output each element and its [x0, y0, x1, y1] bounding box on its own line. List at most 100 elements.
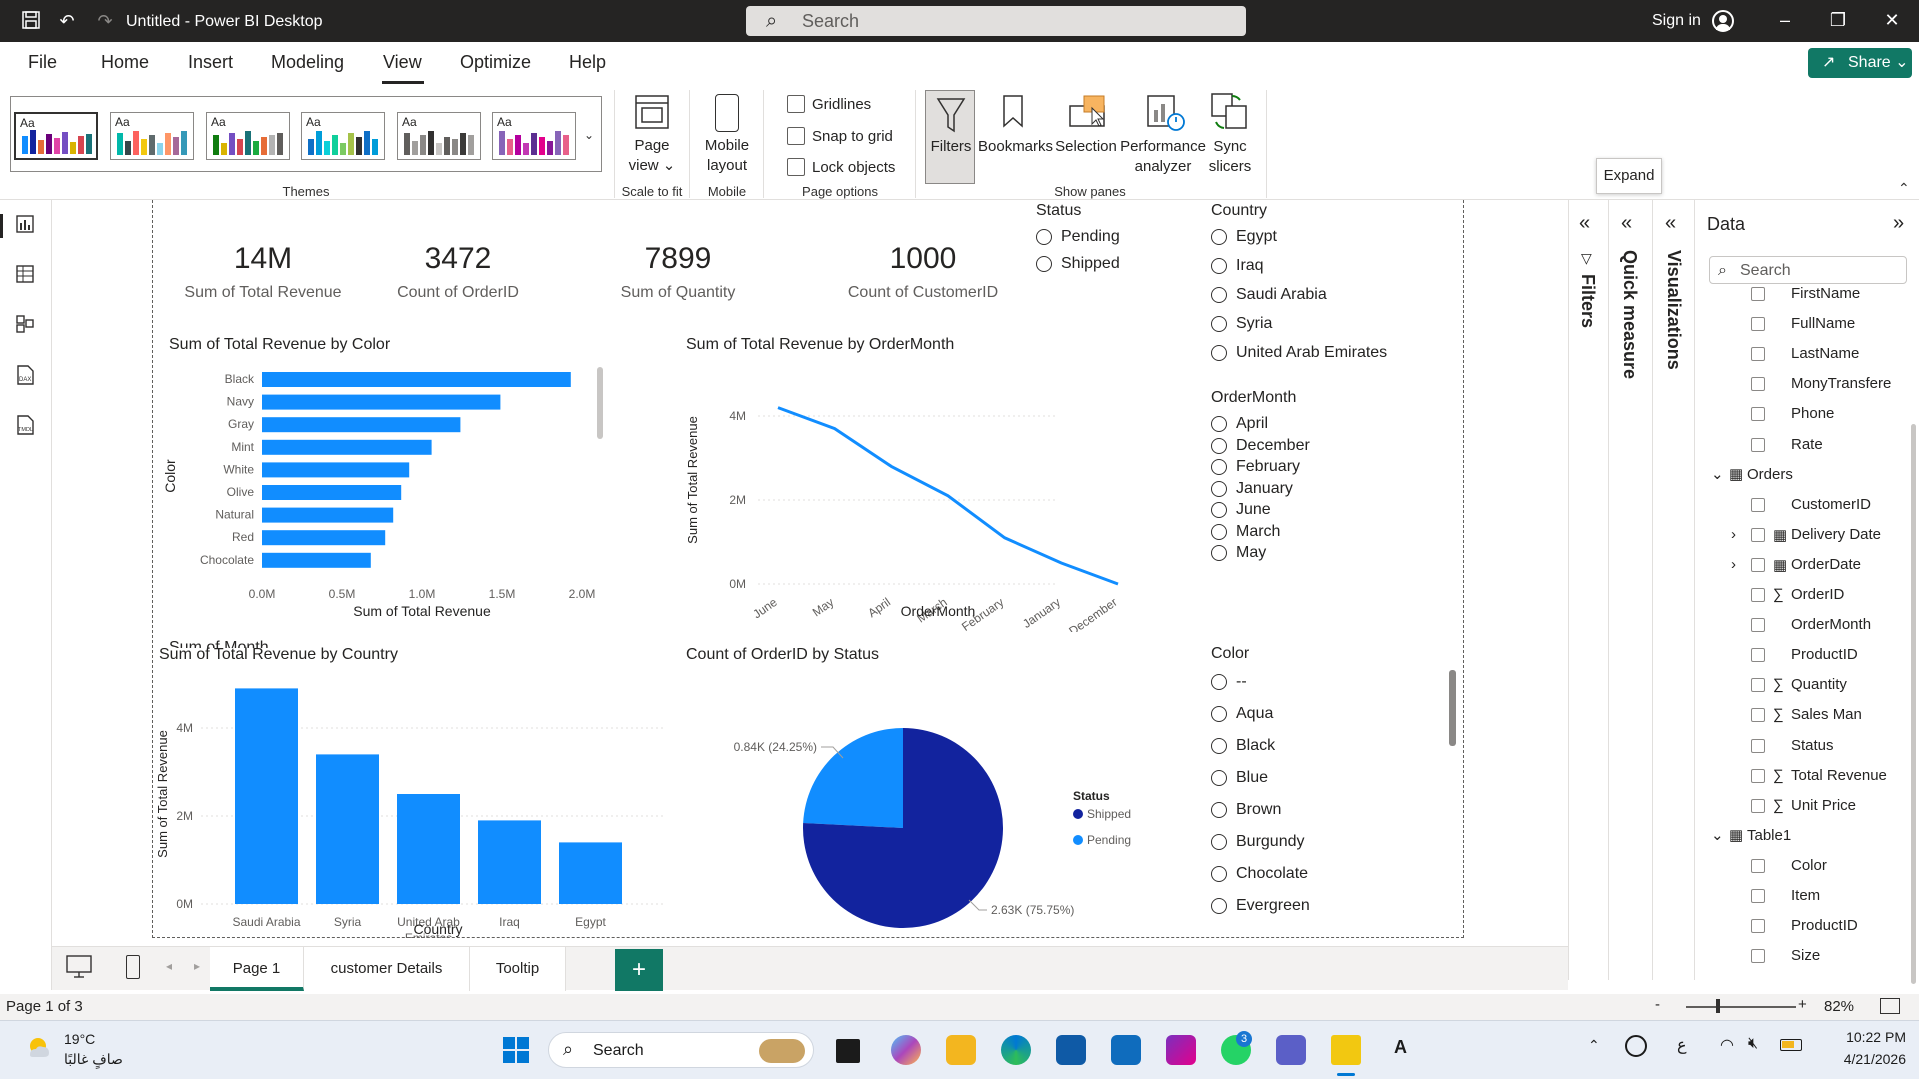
add-page-button[interactable]: + [615, 949, 663, 991]
collapse-ribbon-icon[interactable]: ⌃ [1898, 180, 1910, 197]
theme-4[interactable]: Aa [301, 112, 385, 160]
field-checkbox-rate[interactable] [1751, 437, 1765, 452]
next-page-icon[interactable]: ▸ [194, 959, 200, 973]
prev-page-icon[interactable]: ◂ [166, 959, 172, 973]
visualizations-pane-collapsed[interactable]: « Visualizations [1652, 200, 1694, 980]
desktop-layout-icon[interactable] [66, 955, 92, 978]
redo-icon[interactable]: ↷ [94, 10, 116, 32]
country-option-label[interactable]: United Arab Emirates [1236, 344, 1387, 362]
close-icon[interactable]: ✕ [1877, 10, 1907, 31]
windows-start-icon[interactable] [503, 1037, 529, 1063]
fit-to-page-icon[interactable] [1880, 998, 1900, 1014]
field-phone[interactable]: Phone [1791, 405, 1834, 422]
theme-2[interactable]: Aa [110, 112, 194, 160]
field-checkbox-quantity[interactable] [1751, 678, 1765, 693]
report-view-icon[interactable] [14, 214, 36, 236]
selection-icon[interactable] [1068, 94, 1108, 130]
sync-slicers-icon[interactable] [1210, 92, 1250, 132]
field-productid[interactable]: ProductID [1791, 917, 1858, 934]
security-status-icon[interactable] [1625, 1035, 1647, 1057]
chevron-right-icon[interactable]: › [1731, 526, 1736, 543]
month-radio-april[interactable] [1211, 416, 1227, 432]
model-view-icon[interactable] [14, 314, 36, 336]
field-fullname[interactable]: FullName [1791, 315, 1855, 332]
field-checkbox-productid[interactable] [1751, 648, 1765, 663]
field-checkbox-size[interactable] [1751, 949, 1765, 964]
show-hidden-icons-icon[interactable]: ⌃ [1588, 1037, 1600, 1054]
volume-muted-icon[interactable]: 🔇︎ [1748, 1035, 1758, 1053]
country-radio-saudi-arabia[interactable] [1211, 287, 1227, 303]
color-chart-scrollbar[interactable] [597, 367, 603, 439]
month-radio-february[interactable] [1211, 459, 1227, 475]
color-radio-black[interactable] [1211, 738, 1227, 754]
phone-layout-icon[interactable] [126, 955, 140, 979]
status-option-label[interactable]: Pending [1061, 228, 1120, 246]
country-radio-iraq[interactable] [1211, 258, 1227, 274]
field-checkbox-delivery-date[interactable] [1751, 527, 1765, 542]
month-radio-march[interactable] [1211, 523, 1227, 540]
field-orderdate[interactable]: OrderDate [1791, 556, 1861, 573]
country-radio-syria[interactable] [1211, 316, 1227, 332]
color-option-label[interactable]: Evergreen [1236, 897, 1310, 915]
revenue-by-month-chart[interactable]: 0M2M4MJune May April March February January De… [673, 360, 1193, 632]
status-radio-pending[interactable] [1036, 229, 1052, 245]
collapse-data-pane-icon[interactable]: » [1893, 212, 1904, 235]
undo-icon[interactable]: ↶ [56, 10, 78, 32]
status-radio-shipped[interactable] [1036, 256, 1052, 272]
page-view-icon[interactable] [633, 94, 671, 130]
table-orders[interactable]: Orders [1747, 466, 1793, 483]
tab-page-1[interactable]: Page 1 [210, 947, 304, 991]
table-view-icon[interactable] [14, 264, 36, 286]
accessibility-app-icon[interactable]: A [1394, 1037, 1407, 1058]
clock-date[interactable]: 4/21/2026 [1816, 1051, 1906, 1067]
dax-query-view-icon[interactable]: DAX [14, 364, 36, 386]
month-option-label[interactable]: February [1236, 458, 1300, 476]
country-option-label[interactable]: Egypt [1236, 228, 1277, 246]
month-radio-december[interactable] [1211, 437, 1227, 454]
language-indicator[interactable]: ع [1677, 1035, 1687, 1055]
wifi-icon[interactable]: ◠ [1720, 1035, 1734, 1055]
filters-pane-collapsed[interactable]: « ▽ Filters [1568, 200, 1608, 980]
country-option-label[interactable]: Iraq [1236, 257, 1264, 275]
field-checkbox-ordermonth[interactable] [1751, 618, 1765, 633]
edge-icon[interactable] [1001, 1035, 1031, 1065]
selection-button[interactable]: Selection [1052, 137, 1120, 157]
field-checkbox-firstname[interactable] [1751, 287, 1765, 301]
minimize-icon[interactable]: – [1770, 10, 1800, 31]
color-radio-burgundy[interactable] [1211, 834, 1227, 850]
status-option-label[interactable]: Shipped [1061, 255, 1120, 273]
month-option-label[interactable]: April [1236, 415, 1268, 433]
month-radio-january[interactable] [1211, 480, 1227, 497]
mobile-layout-icon[interactable] [715, 94, 739, 132]
field-unit-price[interactable]: Unit Price [1791, 797, 1856, 814]
zoom-slider-thumb[interactable] [1716, 999, 1720, 1013]
field-customerid[interactable]: CustomerID [1791, 496, 1871, 513]
field-status[interactable]: Status [1791, 737, 1834, 754]
month-option-label[interactable]: March [1236, 523, 1280, 541]
revenue-by-country-chart[interactable]: 0M2M4MSaudi Arabia Syria United Arab Emirat… [153, 668, 673, 938]
country-option-label[interactable]: Saudi Arabia [1236, 286, 1327, 304]
month-option-label[interactable]: June [1236, 501, 1271, 519]
sync-slicers-button[interactable]: Sync slicers [1200, 137, 1260, 177]
restore-icon[interactable]: ❐ [1823, 10, 1853, 31]
themes-dropdown-icon[interactable]: ⌄ [584, 128, 594, 142]
power-bi-icon[interactable] [1331, 1035, 1361, 1065]
month-radio-june[interactable] [1211, 502, 1227, 518]
outlook-icon[interactable] [1111, 1035, 1141, 1065]
visual-studio-icon[interactable] [1166, 1035, 1196, 1065]
data-search-input[interactable]: ⌕ Search [1709, 256, 1907, 284]
field-color[interactable]: Color [1791, 857, 1827, 874]
zoom-out-button[interactable]: - [1655, 996, 1660, 1013]
field-checkbox-unit-price[interactable] [1751, 798, 1765, 813]
field-checkbox-productid[interactable] [1751, 919, 1765, 934]
field-checkbox-status[interactable] [1751, 738, 1765, 753]
color-radio-aqua[interactable] [1211, 706, 1227, 722]
sign-in-link[interactable]: Sign in [1652, 12, 1701, 30]
performance-analyzer-button[interactable]: Performance analyzer [1120, 137, 1206, 177]
menu-optimize[interactable]: Optimize [460, 52, 531, 73]
color-option-label[interactable]: -- [1236, 673, 1247, 691]
field-sales-man[interactable]: Sales Man [1791, 706, 1862, 723]
field-ordermonth[interactable]: OrderMonth [1791, 616, 1871, 633]
chevron-right-icon[interactable]: › [1731, 556, 1736, 573]
battery-icon[interactable] [1780, 1039, 1802, 1051]
